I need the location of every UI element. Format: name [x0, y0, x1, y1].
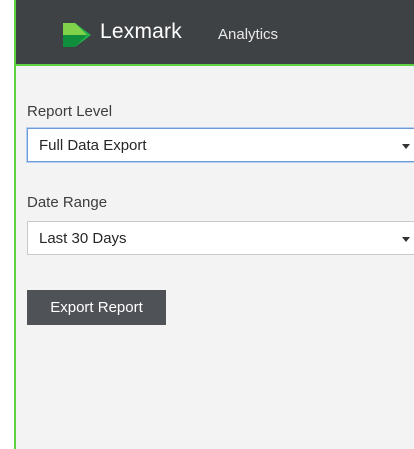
report-level-select[interactable]: Full Data Export: [27, 128, 414, 162]
analytics-panel: Lexmark Analytics Report Level Full Data…: [14, 0, 414, 449]
lexmark-logo-icon: [63, 23, 91, 47]
date-range-label: Date Range: [27, 194, 108, 211]
report-level-value: Full Data Export: [39, 137, 147, 154]
brand-name: Lexmark: [100, 20, 182, 43]
date-range-select[interactable]: Last 30 Days: [27, 221, 414, 255]
date-range-value: Last 30 Days: [39, 230, 127, 247]
chevron-down-icon: [402, 237, 410, 242]
chevron-down-icon: [402, 144, 410, 149]
export-report-button[interactable]: Export Report: [27, 290, 166, 325]
report-level-label: Report Level: [27, 103, 113, 120]
product-name: Analytics: [218, 26, 279, 43]
top-bar: Lexmark Analytics: [16, 0, 414, 66]
